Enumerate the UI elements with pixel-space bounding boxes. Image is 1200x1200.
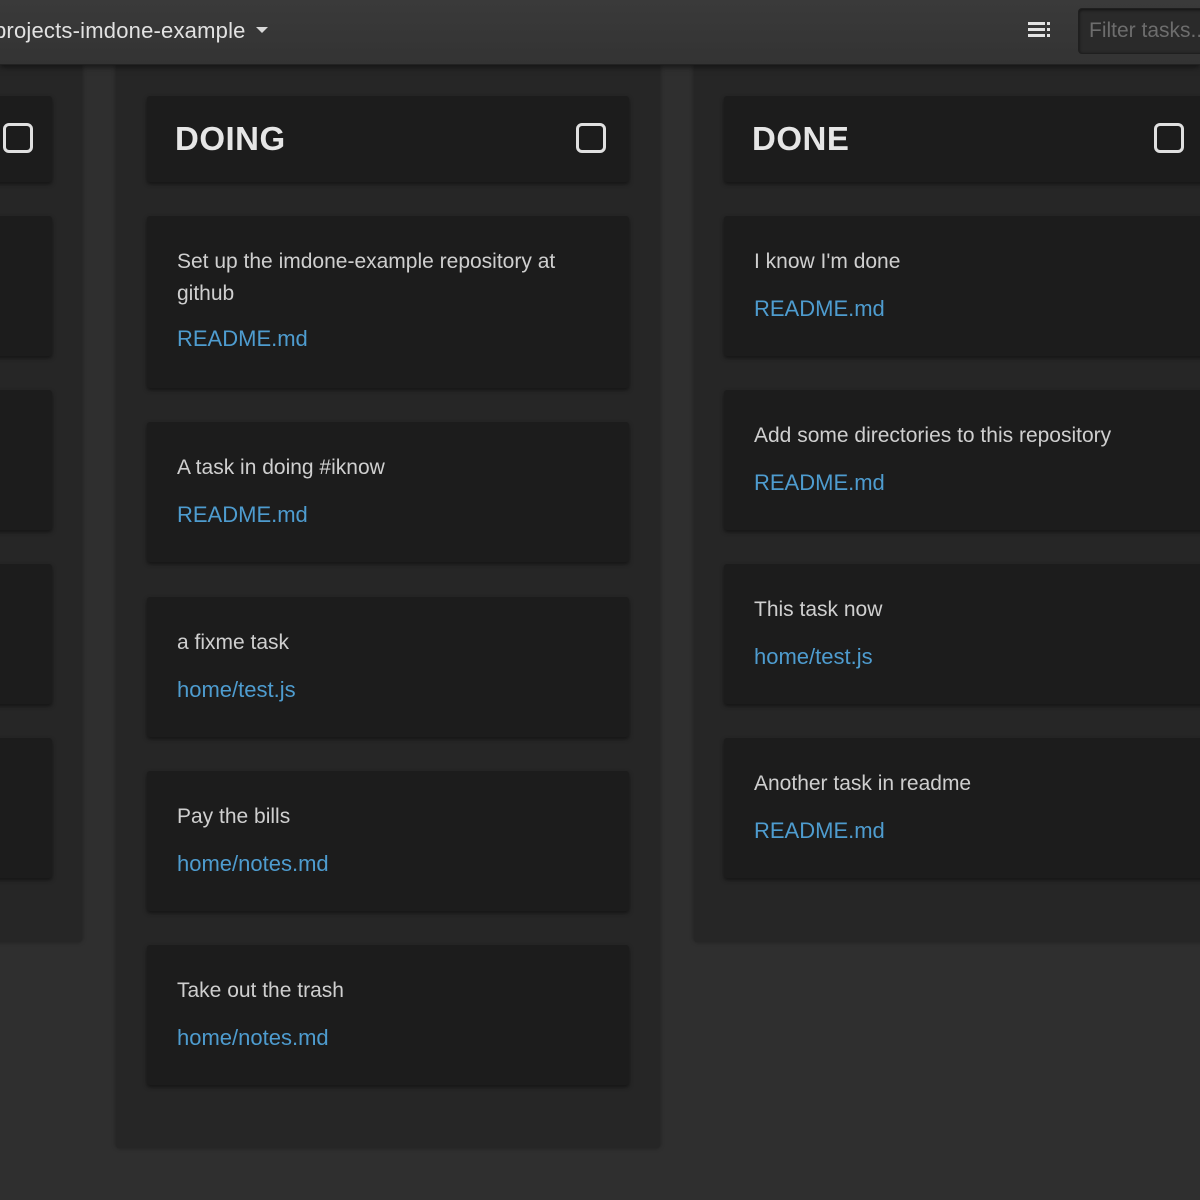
- task-file-link[interactable]: home/notes.md: [177, 1025, 329, 1051]
- task-text: A task in doing #iknow: [177, 456, 385, 479]
- task-file-link[interactable]: home/test.js: [177, 677, 296, 703]
- task-card[interactable]: ry: [0, 738, 52, 878]
- task-file-link[interactable]: README.md: [177, 326, 308, 352]
- task-text: Another task in readme: [754, 772, 972, 795]
- task-text: Set up the imdone-example repository at …: [177, 250, 556, 305]
- column-select-checkbox[interactable]: [1154, 123, 1184, 153]
- task-file-link[interactable]: home/notes.md: [177, 851, 329, 877]
- list-icon[interactable]: [1028, 21, 1050, 39]
- task-card[interactable]: Add some directories to this repository …: [724, 390, 1200, 530]
- column-select-checkbox[interactable]: [576, 123, 606, 153]
- task-card[interactable]: Pay the bills home/notes.md: [147, 771, 629, 911]
- column-left-partial: ry: [0, 64, 82, 942]
- column-select-checkbox[interactable]: [3, 123, 33, 153]
- column-title: DOING: [175, 120, 286, 157]
- task-card[interactable]: Take out the trash home/notes.md: [147, 945, 629, 1085]
- task-card[interactable]: [0, 564, 52, 704]
- column-header-doing[interactable]: DOING: [147, 96, 629, 182]
- column-header-done[interactable]: DONE: [724, 96, 1200, 182]
- task-card[interactable]: a fixme task home/test.js: [147, 597, 629, 737]
- column-done: DONE I know I'm done README.md Add some …: [694, 64, 1200, 942]
- filter-tasks-input[interactable]: [1078, 8, 1200, 54]
- task-file-link[interactable]: README.md: [754, 818, 885, 844]
- task-card[interactable]: A task in doing #iknow README.md: [147, 422, 629, 562]
- task-file-link[interactable]: README.md: [177, 502, 308, 528]
- task-text: Take out the trash: [177, 979, 344, 1002]
- task-text: Pay the bills: [177, 805, 291, 828]
- task-file-link[interactable]: README.md: [754, 470, 885, 496]
- task-card[interactable]: [0, 390, 52, 530]
- top-bar: projects-imdone-example: [0, 0, 1200, 65]
- task-card[interactable]: [0, 216, 52, 356]
- task-text: This task now: [754, 598, 883, 621]
- column-doing: DOING Set up the imdone-example reposito…: [116, 64, 660, 1148]
- column-header[interactable]: [0, 96, 52, 182]
- column-title: DONE: [752, 120, 850, 157]
- task-file-link[interactable]: README.md: [754, 296, 885, 322]
- task-card[interactable]: I know I'm done README.md: [724, 216, 1200, 356]
- task-text: Add some directories to this repository: [754, 424, 1112, 447]
- task-card[interactable]: Set up the imdone-example repository at …: [147, 216, 629, 388]
- task-file-link[interactable]: home/test.js: [754, 644, 873, 670]
- project-selector[interactable]: projects-imdone-example: [0, 18, 268, 44]
- project-name: projects-imdone-example: [0, 18, 246, 43]
- task-card[interactable]: Another task in readme README.md: [724, 738, 1200, 878]
- task-text: I know I'm done: [754, 250, 901, 273]
- task-card[interactable]: This task now home/test.js: [724, 564, 1200, 704]
- caret-down-icon: [255, 27, 268, 34]
- task-text: a fixme task: [177, 631, 290, 654]
